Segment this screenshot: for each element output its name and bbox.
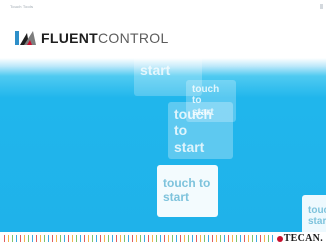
touch-tile-label: touch to start <box>174 106 213 155</box>
window-title: Touch Tools <box>10 4 34 9</box>
touch-tile-label: start <box>140 62 171 78</box>
touch-tile-label: touch start <box>308 204 326 228</box>
decorative-stripe <box>4 235 274 242</box>
tecan-wordmark: TECAN. <box>283 233 323 244</box>
footer-bar: TECAN. <box>0 232 326 245</box>
touch-tile-label: touch to start <box>163 176 211 204</box>
fluent-logo-icon <box>15 31 36 45</box>
touch-tile[interactable]: touch to start <box>168 102 233 159</box>
touch-to-start-area[interactable]: start touch to start touch to start touc… <box>0 58 326 232</box>
window-control-button[interactable] <box>320 4 323 9</box>
touch-tile[interactable]: touch to start <box>157 165 218 217</box>
tecan-logo: TECAN. <box>276 233 323 244</box>
logo-wordmark-light: CONTROL <box>98 30 169 46</box>
touch-tile[interactable]: touch start <box>302 195 326 232</box>
tecan-logo-icon <box>276 235 283 242</box>
fluent-control-logo: FLUENTCONTROL <box>15 30 169 46</box>
logo-wordmark: FLUENTCONTROL <box>41 30 169 46</box>
logo-wordmark-bold: FLUENT <box>41 30 99 46</box>
